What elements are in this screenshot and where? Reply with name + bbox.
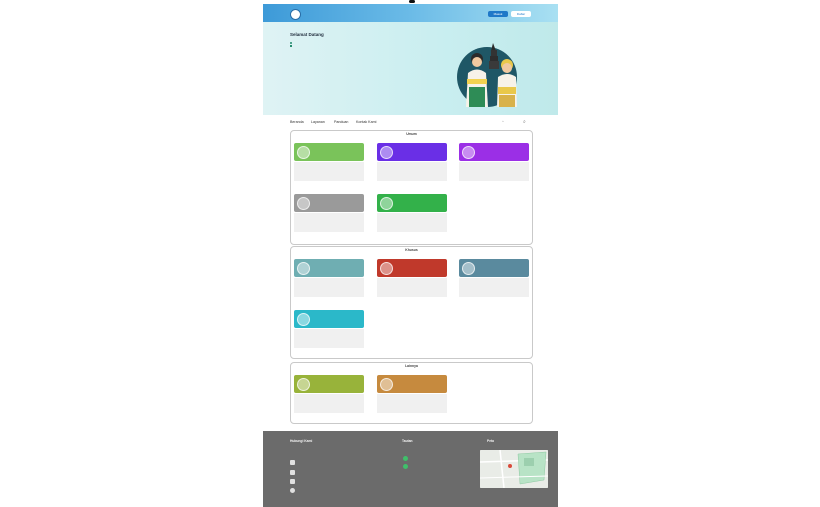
service-card[interactable] xyxy=(294,375,364,413)
section-title: Lainnya xyxy=(405,364,418,368)
service-card-desc xyxy=(377,213,447,232)
service-card-header[interactable] xyxy=(294,143,364,161)
service-card[interactable] xyxy=(294,194,364,232)
service-card-desc xyxy=(294,394,364,413)
hero-banner: Masuk Daftar Selamat Datang xyxy=(263,4,558,115)
service-card[interactable] xyxy=(377,143,447,181)
language-icon[interactable]: ◦ xyxy=(502,119,504,125)
nav-item-contact[interactable]: Kontak Kami xyxy=(356,120,376,124)
nav-item-guide[interactable]: Panduan xyxy=(334,120,348,124)
footer-links-title: Tautan xyxy=(402,439,413,443)
search-icon[interactable]: ⌕ xyxy=(523,119,526,125)
service-card-desc xyxy=(294,278,364,297)
service-icon xyxy=(297,312,310,326)
service-icon xyxy=(380,261,393,275)
map-graphic xyxy=(480,450,548,488)
service-card-desc xyxy=(294,162,364,181)
main-nav: Beranda Layanan Panduan Kontak Kami ◦ ⌕ xyxy=(263,116,558,130)
service-card[interactable] xyxy=(294,310,364,348)
service-card[interactable] xyxy=(377,194,447,232)
service-card[interactable] xyxy=(459,259,529,297)
footer-map-title: Peta xyxy=(487,439,494,443)
mail-icon xyxy=(290,479,295,484)
building-icon xyxy=(290,460,295,465)
page: Masuk Daftar Selamat Datang Beranda Laya… xyxy=(263,4,558,507)
service-section: Umum xyxy=(290,130,533,245)
service-card[interactable] xyxy=(377,259,447,297)
top-marker xyxy=(409,0,415,3)
service-card[interactable] xyxy=(294,259,364,297)
nav-item-services[interactable]: Layanan xyxy=(311,120,325,124)
logo-icon[interactable] xyxy=(290,9,301,20)
service-card-header[interactable] xyxy=(294,310,364,328)
nav-item-home[interactable]: Beranda xyxy=(290,120,304,124)
service-card-header[interactable] xyxy=(459,259,529,277)
service-card[interactable] xyxy=(294,143,364,181)
service-icon xyxy=(380,377,393,391)
service-icon xyxy=(297,377,310,391)
service-card-header[interactable] xyxy=(377,259,447,277)
service-card-desc xyxy=(377,162,447,181)
footer-contact-title: Hubungi Kami xyxy=(290,439,313,443)
hero-title: Selamat Datang xyxy=(290,32,324,37)
service-icon xyxy=(380,145,393,159)
service-card[interactable] xyxy=(459,143,529,181)
service-card-header[interactable] xyxy=(459,143,529,161)
service-card-header[interactable] xyxy=(294,375,364,393)
service-card-desc xyxy=(377,278,447,297)
service-icon xyxy=(380,196,393,210)
hero-bullet-list xyxy=(290,41,450,47)
service-card-desc xyxy=(459,162,529,181)
service-section: Khusus xyxy=(290,246,533,359)
hero-illustration xyxy=(457,43,517,107)
section-title: Khusus xyxy=(405,248,418,252)
service-card-header[interactable] xyxy=(377,375,447,393)
service-card-header[interactable] xyxy=(294,259,364,277)
phone-icon xyxy=(290,470,295,475)
service-icon xyxy=(462,145,475,159)
footer: Hubungi Kami Tautan Peta xyxy=(263,431,558,507)
service-card-desc xyxy=(459,278,529,297)
service-section: Lainnya xyxy=(290,362,533,424)
service-card-desc xyxy=(377,394,447,413)
service-card-header[interactable] xyxy=(377,143,447,161)
service-card-header[interactable] xyxy=(377,194,447,212)
service-icon xyxy=(297,261,310,275)
service-icon xyxy=(297,196,310,210)
service-card-header[interactable] xyxy=(294,194,364,212)
top-bar: Masuk Daftar xyxy=(263,4,558,22)
location-map[interactable] xyxy=(480,450,548,488)
register-button[interactable]: Daftar xyxy=(511,11,531,17)
login-button[interactable]: Masuk xyxy=(488,11,508,17)
service-icon xyxy=(462,261,475,275)
whatsapp-icon[interactable] xyxy=(403,456,408,461)
service-card-desc xyxy=(294,329,364,348)
whatsapp-icon[interactable] xyxy=(403,464,408,469)
service-icon xyxy=(297,145,310,159)
section-title: Umum xyxy=(406,132,417,136)
globe-icon xyxy=(290,488,295,493)
service-card[interactable] xyxy=(377,375,447,413)
service-card-desc xyxy=(294,213,364,232)
